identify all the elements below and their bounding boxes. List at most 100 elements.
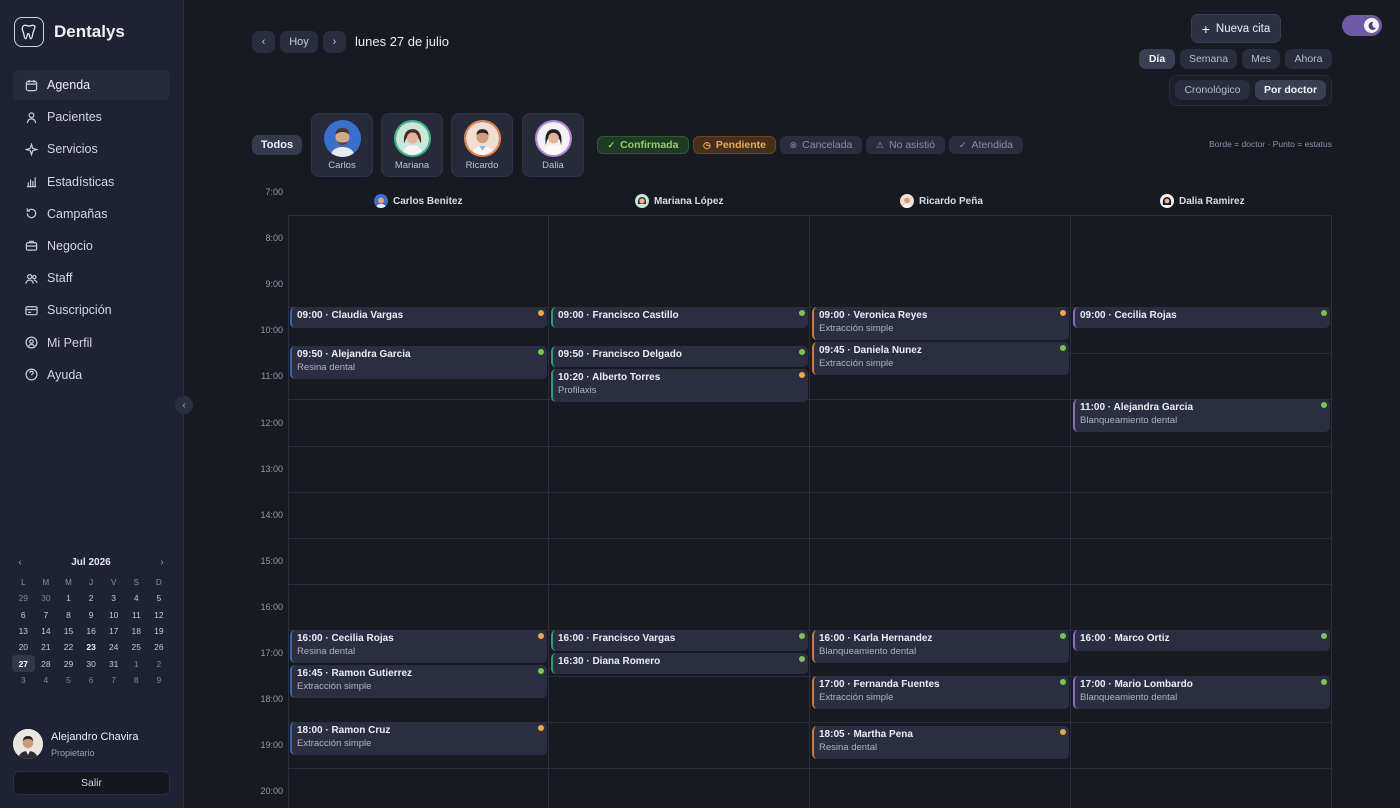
mini-calendar-day[interactable]: 31 [102, 655, 125, 671]
appointment-card[interactable]: 09:00 · Claudia Vargas [290, 307, 547, 329]
sidebar-item-estadisticas[interactable]: Estadísticas [13, 167, 170, 197]
appointment-card[interactable]: 09:00 · Veronica Reyes Extracción simple [812, 307, 1069, 341]
status-filter-pending[interactable]: ◷ Pendiente [693, 136, 776, 154]
next-day-button[interactable]: › [323, 31, 346, 53]
mini-calendar-day[interactable]: 29 [57, 655, 80, 671]
mini-calendar-prev-button[interactable]: ‹ [12, 557, 28, 568]
mini-calendar-day[interactable]: 28 [35, 655, 58, 671]
mini-calendar-day[interactable]: 23 [80, 639, 103, 655]
appointment-card[interactable]: 17:00 · Fernanda Fuentes Extracción simpl… [812, 676, 1069, 709]
mini-calendar-day[interactable]: 3 [102, 590, 125, 606]
appointment-card[interactable]: 16:00 · Cecilia Rojas Resina dental [290, 629, 547, 663]
mini-calendar-day[interactable]: 6 [80, 672, 103, 688]
status-filter-confirmed[interactable]: ✓ Confirmada [597, 136, 689, 154]
mini-calendar-day[interactable]: 14 [35, 623, 58, 639]
mini-calendar-day[interactable]: 10 [102, 607, 125, 623]
view-month-button[interactable]: Mes [1242, 49, 1280, 69]
mini-calendar-day[interactable]: 5 [148, 590, 171, 606]
mini-calendar-day[interactable]: 29 [12, 590, 35, 606]
appointment-card[interactable]: 18:00 · Ramon Cruz Extracción simple [290, 722, 547, 756]
mini-calendar-day[interactable]: 2 [80, 590, 103, 606]
appointment-card[interactable]: 17:00 · Mario Lombardo Blanqueamiento den… [1073, 676, 1330, 709]
status-filter-no-show[interactable]: ⚠ No asistió [866, 136, 945, 154]
appointment-card[interactable]: 18:05 · Martha Pena Resina dental [812, 725, 1069, 759]
mini-calendar-day-today[interactable]: 27 [12, 655, 35, 672]
mini-calendar-day[interactable]: 25 [125, 639, 148, 655]
legend-note: Borde = doctor · Punto = estatus [1209, 139, 1332, 149]
appointment-card[interactable]: 16:30 · Diana Romero [551, 652, 808, 674]
filter-all-button[interactable]: Todos [252, 135, 302, 155]
mini-calendar-day[interactable]: 1 [125, 655, 148, 671]
view-day-button[interactable]: Día [1139, 49, 1175, 69]
mini-calendar-day[interactable]: 4 [125, 590, 148, 606]
mini-calendar-day[interactable]: 26 [148, 639, 171, 655]
appointment-card[interactable]: 09:45 · Daniela Nunez Extracción simple [812, 342, 1069, 376]
today-button[interactable]: Hoy [280, 31, 318, 53]
mini-calendar-next-button[interactable]: › [154, 557, 170, 568]
view-week-button[interactable]: Semana [1180, 49, 1237, 69]
mini-calendar-day[interactable]: 9 [80, 607, 103, 623]
mini-calendar-day[interactable]: 15 [57, 623, 80, 639]
sidebar-item-ayuda[interactable]: Ayuda [13, 360, 170, 390]
mini-calendar-day[interactable]: 17 [102, 623, 125, 639]
mini-calendar-day[interactable]: 1 [57, 590, 80, 606]
sidebar-item-staff[interactable]: Staff [13, 263, 170, 293]
mini-calendar-day[interactable]: 9 [148, 672, 171, 688]
theme-toggle[interactable] [1342, 15, 1382, 36]
mini-calendar-day[interactable]: 2 [148, 655, 171, 671]
doctor-filter-mariana[interactable]: Mariana [381, 113, 443, 177]
mini-calendar-day[interactable]: 16 [80, 623, 103, 639]
logout-button[interactable]: Salir [13, 771, 170, 795]
sidebar-item-agenda[interactable]: Agenda [13, 70, 170, 100]
mini-calendar-day[interactable]: 30 [80, 655, 103, 671]
doctor-filter-ricardo[interactable]: Ricardo [451, 113, 513, 177]
sidebar-item-negocio[interactable]: Negocio [13, 231, 170, 261]
appointment-card[interactable]: 16:00 · Marco Ortiz [1073, 629, 1330, 651]
sidebar-item-pacientes[interactable]: Pacientes [13, 102, 170, 132]
sidebar-item-suscripcion[interactable]: Suscripción [13, 295, 170, 325]
mini-calendar-day[interactable]: 5 [57, 672, 80, 688]
mini-calendar-day[interactable]: 20 [12, 639, 35, 655]
prev-day-button[interactable]: ‹ [252, 31, 275, 53]
user-profile[interactable]: Alejandro Chavira Propietario [13, 729, 173, 763]
mini-calendar-day[interactable]: 12 [148, 607, 171, 623]
doctor-filter-dalia[interactable]: Dalia [522, 113, 584, 177]
mini-calendar-day[interactable]: 3 [12, 672, 35, 688]
mini-calendar-day[interactable]: 18 [125, 623, 148, 639]
sort-by-doctor-button[interactable]: Por doctor [1255, 80, 1326, 100]
appointment-card[interactable]: 09:50 · Francisco Delgado [551, 345, 808, 367]
appointment-card[interactable]: 09:00 · Cecilia Rojas [1073, 307, 1330, 329]
mini-calendar-day[interactable]: 21 [35, 639, 58, 655]
mini-calendar-day[interactable]: 19 [148, 623, 171, 639]
status-filter-attended[interactable]: ✓ Atendida [949, 136, 1023, 154]
appointment-card[interactable]: 09:00 · Francisco Castillo [551, 307, 808, 329]
sidebar-item-mi-perfil[interactable]: Mi Perfil [13, 328, 170, 358]
view-now-button[interactable]: Ahora [1285, 49, 1332, 69]
mini-calendar-day[interactable]: 24 [102, 639, 125, 655]
appointment-card[interactable]: 16:00 · Francisco Vargas [551, 629, 808, 651]
mini-calendar-day[interactable]: 22 [57, 639, 80, 655]
mini-calendar-day[interactable]: 8 [57, 607, 80, 623]
appointment-card[interactable]: 16:00 · Karla Hernandez Blanqueamiento de… [812, 629, 1069, 663]
appointment-card[interactable]: 10:20 · Alberto Torres Profilaxis [551, 368, 808, 402]
new-appointment-button[interactable]: + Nueva cita [1191, 14, 1281, 43]
appointment-card[interactable]: 09:50 · Alejandra Garcia Resina dental [290, 345, 547, 379]
sidebar-item-servicios[interactable]: Servicios [13, 134, 170, 164]
mini-calendar-day[interactable]: 6 [12, 607, 35, 623]
status-filter-cancelled[interactable]: ⊗ Cancelada [780, 136, 862, 154]
sidebar-item-label: Agenda [47, 78, 91, 92]
doctor-filter-carlos[interactable]: Carlos [311, 113, 373, 177]
mini-calendar-day[interactable]: 30 [35, 590, 58, 606]
mini-calendar-day[interactable]: 4 [35, 672, 58, 688]
appointment-card[interactable]: 16:45 · Ramon Gutierrez Extracción simple [290, 664, 547, 698]
sidebar-item-campanas[interactable]: Campañas [13, 199, 170, 229]
mini-calendar-day[interactable]: 13 [12, 623, 35, 639]
mini-calendar-day[interactable]: 11 [125, 607, 148, 623]
sidebar-collapse-button[interactable]: ‹ [175, 396, 193, 414]
mini-calendar-day[interactable]: 7 [35, 607, 58, 623]
sort-chronological-button[interactable]: Cronológico [1175, 80, 1250, 100]
status-filter-label: Pendiente [715, 139, 767, 151]
mini-calendar-day[interactable]: 8 [125, 672, 148, 688]
mini-calendar-day[interactable]: 7 [102, 672, 125, 688]
appointment-card[interactable]: 11:00 · Alejandra Garcia Blanqueamiento d… [1073, 399, 1330, 433]
